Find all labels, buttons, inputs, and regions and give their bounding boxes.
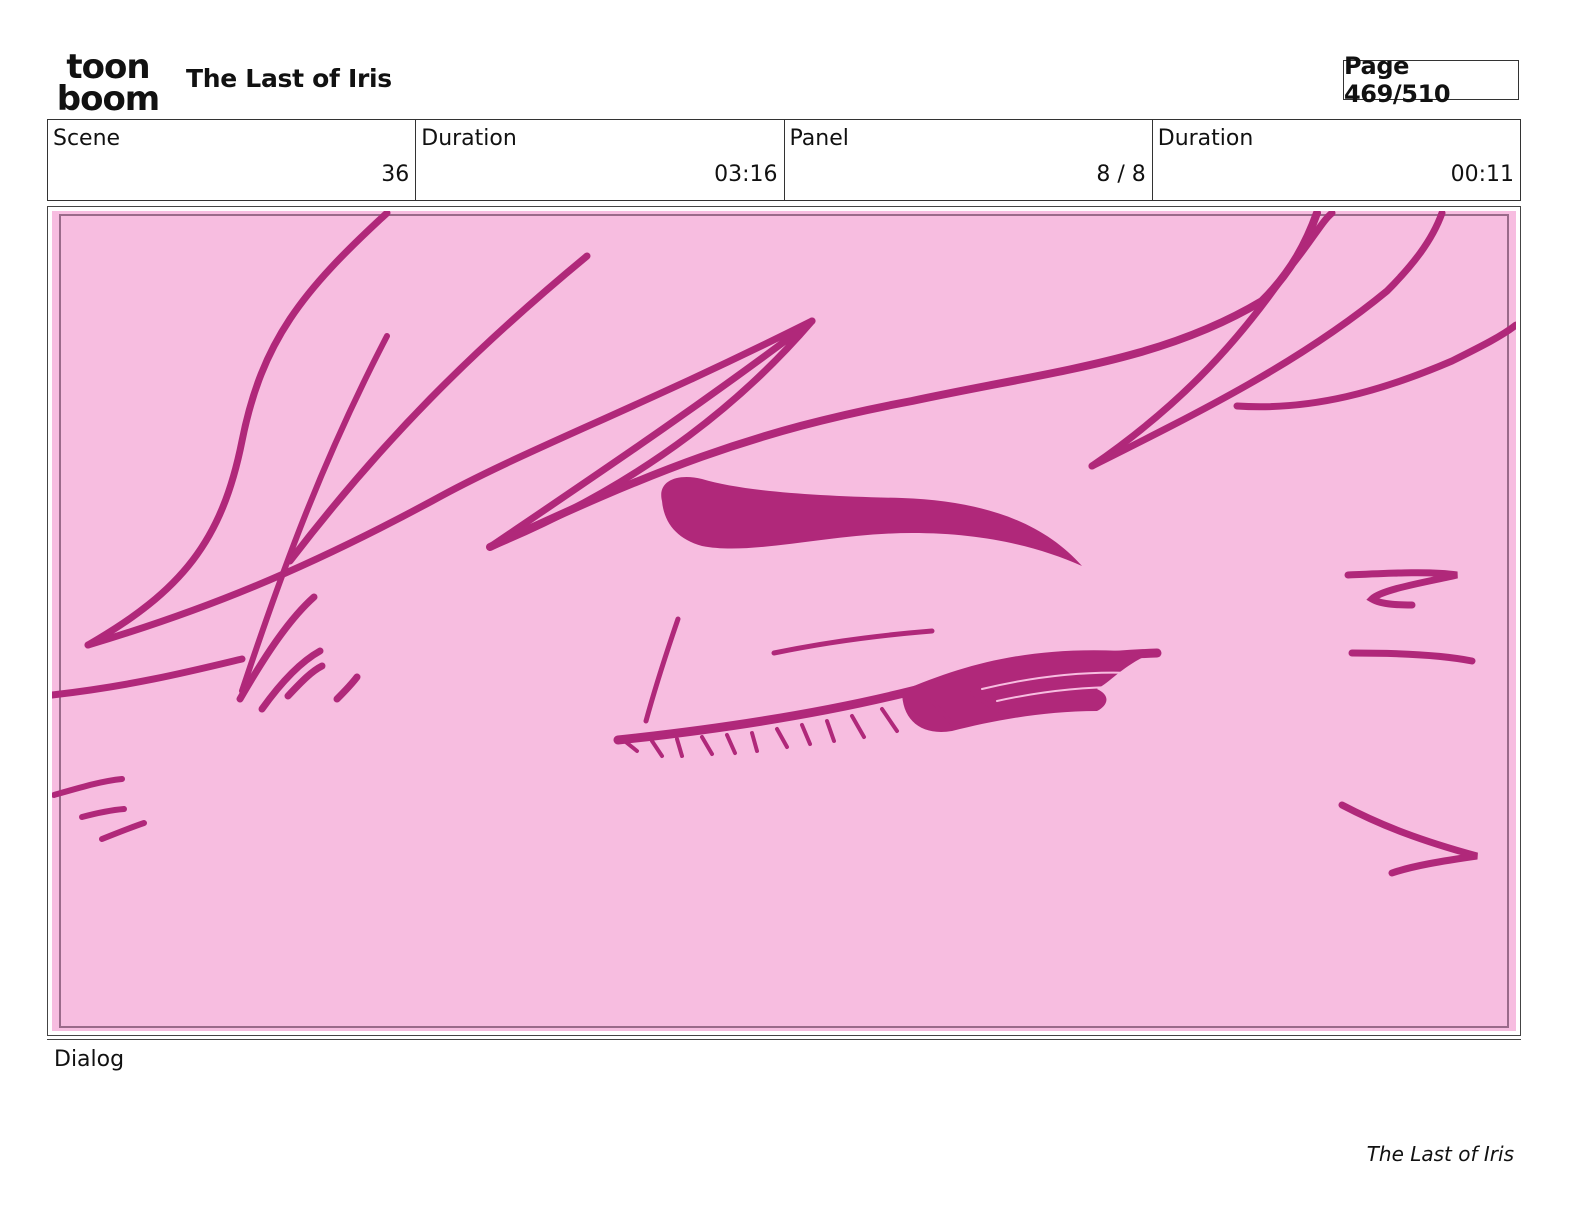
dialog-label: Dialog <box>54 1047 125 1072</box>
scene-cell: Scene 36 <box>48 120 417 200</box>
panel-cell: Panel 8 / 8 <box>785 120 1153 200</box>
scene-duration-value: 03:16 <box>714 162 778 187</box>
scene-label: Scene <box>53 126 121 151</box>
document-title: The Last of Iris <box>186 64 392 93</box>
panel-drawing <box>52 211 1516 1031</box>
scene-duration-cell: Duration 03:16 <box>416 120 785 200</box>
panel-label: Panel <box>789 126 849 151</box>
storyboard-panel[interactable] <box>47 206 1521 1036</box>
panel-info-table: Scene 36 Duration 03:16 Panel 8 / 8 Dura… <box>47 119 1521 201</box>
toonboom-logo: toon boom <box>57 50 160 112</box>
footer-title: The Last of Iris <box>1366 1142 1514 1166</box>
logo-text-bottom: boom <box>57 79 159 112</box>
dialog-separator <box>47 1039 1521 1040</box>
scene-duration-label: Duration <box>421 126 517 151</box>
panel-duration-label: Duration <box>1157 126 1254 151</box>
panel-duration-value: 00:11 <box>1450 162 1514 187</box>
panel-duration-cell: Duration 00:11 <box>1153 120 1520 200</box>
scene-value: 36 <box>381 162 410 187</box>
panel-value: 8 / 8 <box>1096 162 1146 187</box>
page-indicator: Page 469/510 <box>1343 52 1519 108</box>
